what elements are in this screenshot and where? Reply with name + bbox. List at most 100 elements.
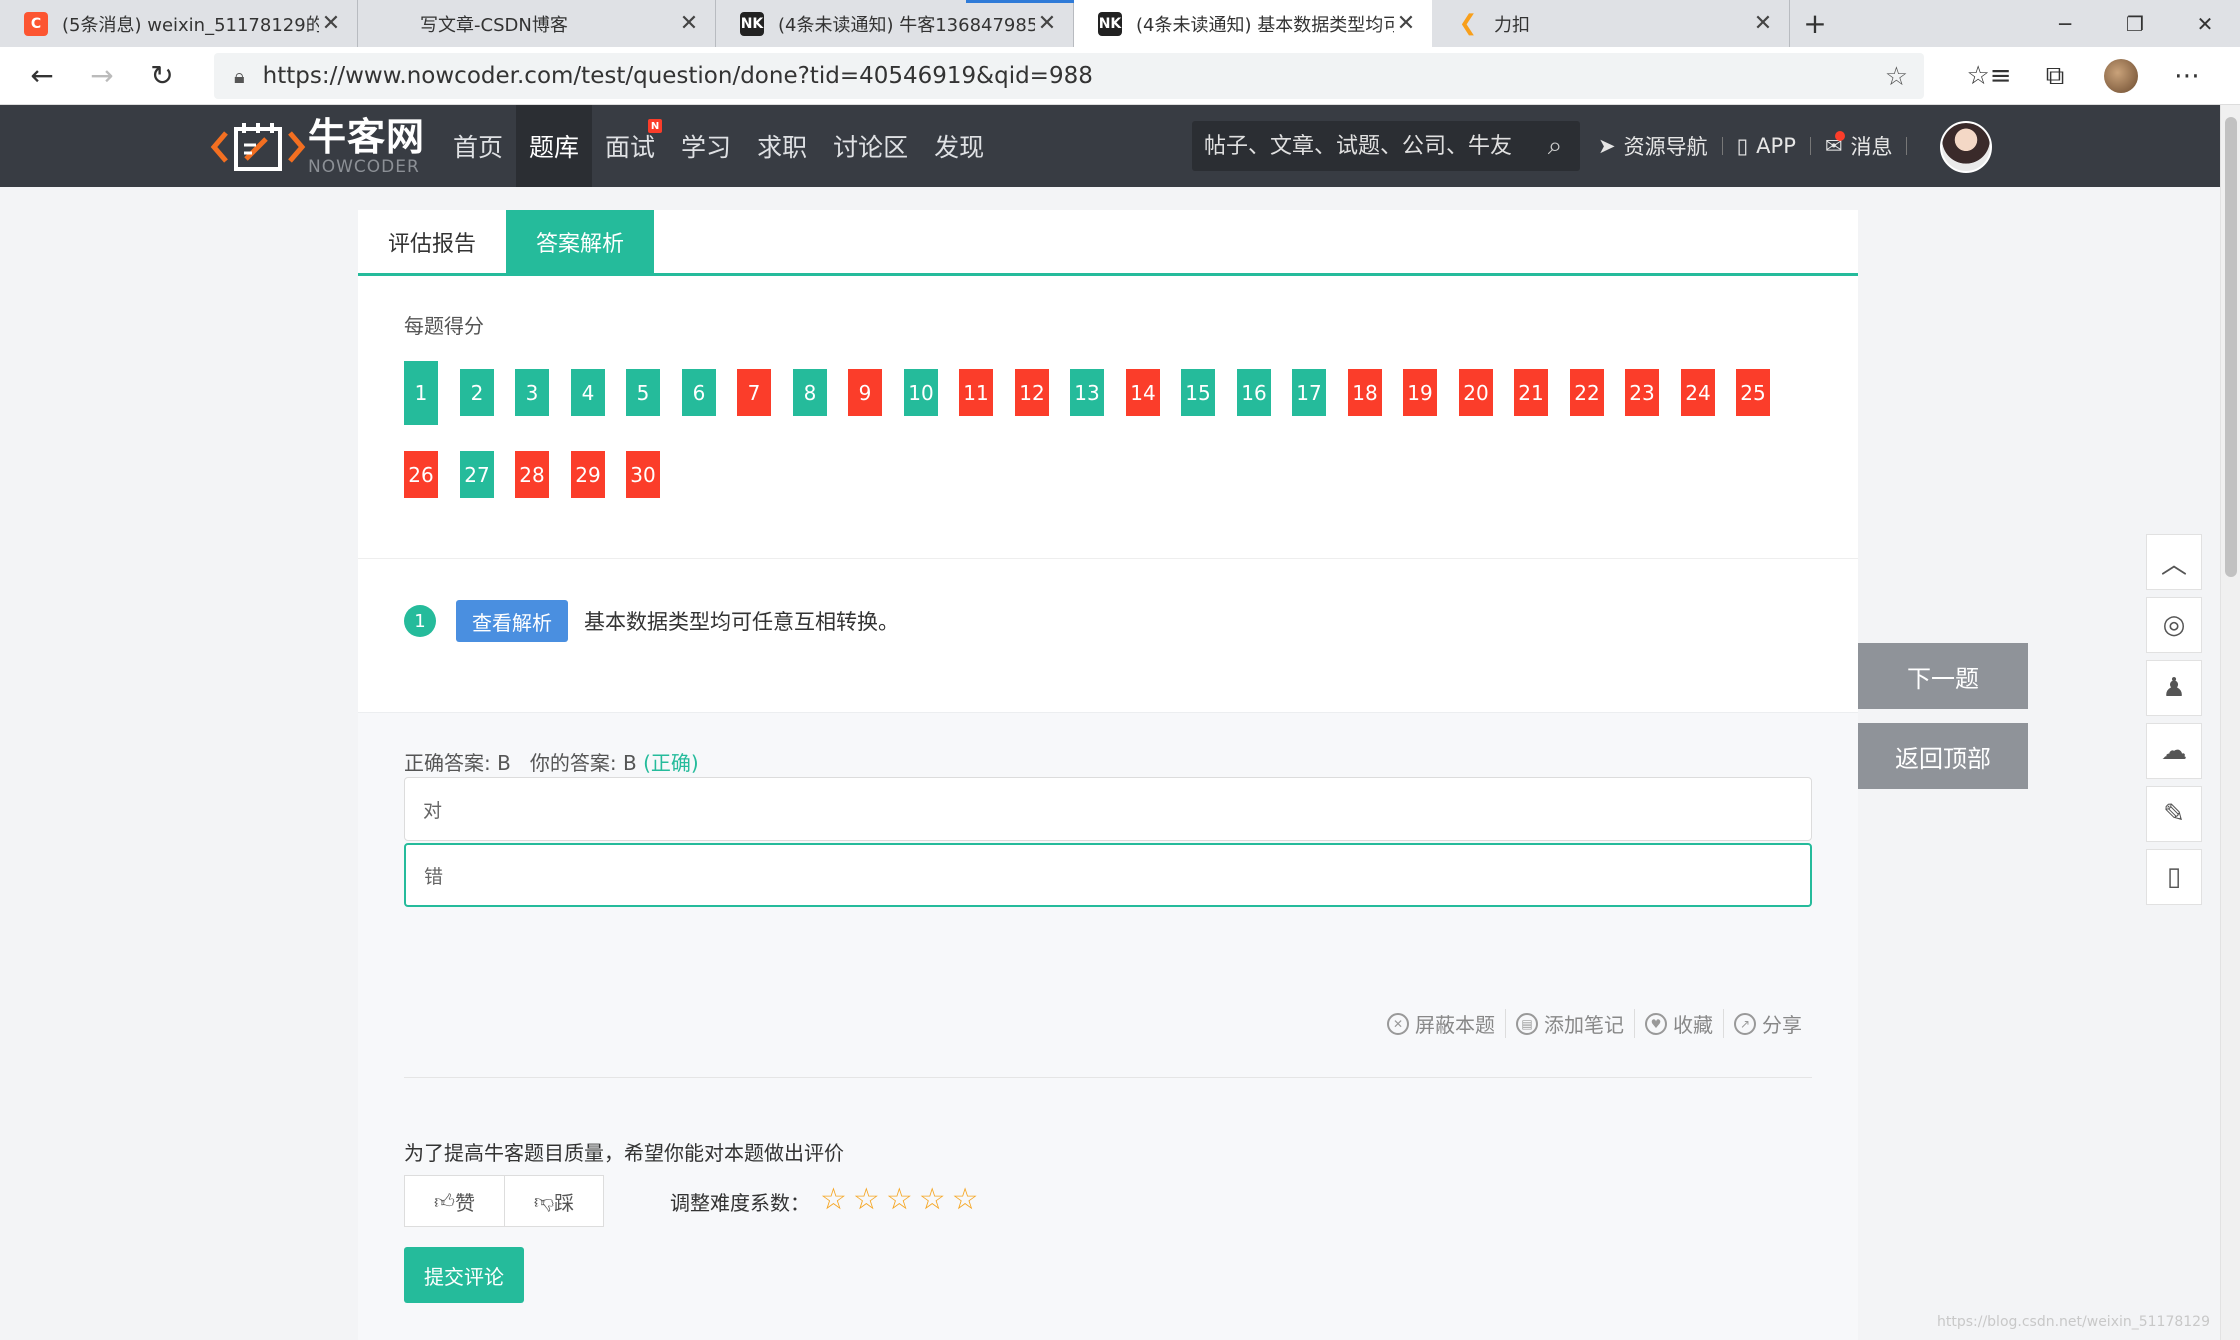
search-input[interactable] (1204, 133, 1530, 159)
question-box-12[interactable]: 12 (1015, 369, 1049, 416)
nav-jobs[interactable]: 求职 (744, 105, 820, 187)
page-scrollbar[interactable] (2220, 105, 2240, 1340)
nav-interview[interactable]: 面试 N (592, 105, 668, 187)
question-box-15[interactable]: 15 (1181, 369, 1215, 416)
submit-comment-button[interactable]: 提交评论 (404, 1247, 524, 1303)
weibo-icon[interactable]: ◎ (2146, 597, 2202, 653)
question-box-25[interactable]: 25 (1736, 369, 1770, 416)
messages-label: 消息 (1850, 135, 1893, 159)
close-icon[interactable]: ✕ (1751, 11, 1775, 36)
watermark: https://blog.csdn.net/weixin_51178129 (1936, 1314, 2210, 1330)
qq-icon[interactable]: ♟ (2146, 660, 2202, 716)
more-menu-icon[interactable]: ⋯ (2154, 61, 2220, 91)
favorite-button[interactable]: ♥ 收藏 (1634, 1009, 1723, 1038)
forward-button[interactable]: → (72, 47, 132, 105)
question-box-13[interactable]: 13 (1070, 369, 1104, 416)
back-button[interactable]: ← (12, 47, 72, 105)
tab-evaluation-report[interactable]: 评估报告 (358, 210, 506, 273)
url-field[interactable]: 🔒︎ https://www.nowcoder.com/test/questio… (214, 53, 1924, 99)
question-box-14[interactable]: 14 (1126, 369, 1160, 416)
browser-tab-2[interactable]: 写文章-CSDN博客 ✕ (358, 0, 716, 47)
question-box-3[interactable]: 3 (515, 369, 549, 416)
question-box-24[interactable]: 24 (1681, 369, 1715, 416)
close-window-icon[interactable]: ✕ (2170, 0, 2240, 47)
refresh-button[interactable]: ↻ (132, 47, 192, 105)
share-button[interactable]: ↗ 分享 (1723, 1009, 1812, 1038)
nav-learn[interactable]: 学习 (668, 105, 744, 187)
scroll-up-icon[interactable]: ︿ (2146, 534, 2202, 590)
divider (404, 1077, 1812, 1078)
question-box-9[interactable]: 9 (848, 369, 882, 416)
nav-question-bank[interactable]: 题库 (516, 105, 593, 187)
question-box-17[interactable]: 17 (1292, 369, 1326, 416)
app-link[interactable]: ▯ APP (1737, 134, 1796, 158)
difficulty-label: 调整难度系数： (670, 1191, 810, 1215)
question-box-26[interactable]: 26 (404, 451, 438, 498)
new-tab-button[interactable]: + (1790, 0, 1840, 47)
star-icon[interactable]: ☆ (886, 1181, 913, 1219)
question-box-18[interactable]: 18 (1348, 369, 1382, 416)
question-box-10[interactable]: 10 (904, 369, 938, 416)
tab-answer-analysis[interactable]: 答案解析 (506, 210, 655, 273)
star-icon[interactable]: ☆ (853, 1181, 880, 1219)
site-logo[interactable]: 牛客网 NOWCODER (208, 113, 438, 181)
like-button[interactable]: 👍︎ 赞 (405, 1176, 504, 1226)
option-a[interactable]: 对 (404, 777, 1812, 841)
question-box-8[interactable]: 8 (793, 369, 827, 416)
nav-home[interactable]: 首页 (440, 105, 516, 187)
wechat-icon[interactable]: ☁ (2146, 723, 2202, 779)
profile-avatar[interactable] (2104, 59, 2138, 93)
question-box-21[interactable]: 21 (1514, 369, 1548, 416)
question-box-6[interactable]: 6 (682, 369, 716, 416)
messages-link[interactable]: ✉ 消息 (1825, 131, 1893, 161)
close-icon[interactable]: ✕ (677, 11, 701, 36)
question-box-5[interactable]: 5 (626, 369, 660, 416)
question-box-22[interactable]: 22 (1570, 369, 1604, 416)
restore-icon[interactable]: ❐ (2100, 0, 2170, 47)
search-icon[interactable]: ⌕ (1530, 131, 1580, 162)
question-box-23[interactable]: 23 (1625, 369, 1659, 416)
next-question-button[interactable]: 下一题 (1858, 643, 2028, 709)
back-to-top-button[interactable]: 返回顶部 (1858, 723, 2028, 789)
close-icon[interactable]: ✕ (1394, 11, 1418, 36)
add-note-button[interactable]: ▤ 添加笔记 (1505, 1009, 1634, 1038)
browser-tab-3[interactable]: NK (4条未读通知) 牛客136847985号 ✕ (716, 0, 1086, 47)
star-icon[interactable]: ☆ (919, 1181, 946, 1219)
option-b[interactable]: 错 (404, 843, 1812, 907)
question-box-20[interactable]: 20 (1459, 369, 1493, 416)
question-box-4[interactable]: 4 (571, 369, 605, 416)
star-icon[interactable]: ☆ (952, 1181, 979, 1219)
question-box-16[interactable]: 16 (1237, 369, 1271, 416)
option-label: 错 (424, 865, 444, 888)
question-box-11[interactable]: 11 (959, 369, 993, 416)
mobile-icon[interactable]: ▯ (2146, 849, 2202, 905)
nav-discover[interactable]: 发现 (921, 105, 997, 187)
collections-icon[interactable]: ⧉ (2022, 61, 2088, 92)
user-avatar[interactable] (1940, 121, 1992, 173)
close-icon[interactable]: ✕ (319, 11, 343, 36)
question-box-27[interactable]: 27 (460, 451, 494, 498)
dislike-button[interactable]: 👎︎ 踩 (504, 1176, 603, 1226)
question-box-19[interactable]: 19 (1403, 369, 1437, 416)
browser-tab-1[interactable]: C (5条消息) weixin_51178129的博客 ✕ (0, 0, 358, 47)
browser-tab-5[interactable]: ❮ 力扣 ✕ (1432, 0, 1790, 47)
close-icon[interactable]: ✕ (1035, 11, 1059, 36)
star-icon[interactable]: ☆ (820, 1181, 847, 1219)
question-box-30[interactable]: 30 (626, 451, 660, 498)
nav-discuss[interactable]: 讨论区 (820, 105, 921, 187)
block-question-button[interactable]: ✕ 屏蔽本题 (1377, 1009, 1505, 1038)
minimize-icon[interactable]: ─ (2030, 0, 2100, 47)
question-box-2[interactable]: 2 (460, 369, 494, 416)
bookmark-star-icon[interactable]: ☆ (1885, 62, 1908, 92)
favorites-icon[interactable]: ☆≡ (1956, 61, 2022, 91)
new-badge: N (648, 119, 663, 133)
resources-link[interactable]: ➤ 资源导航 (1598, 131, 1708, 161)
view-analysis-button[interactable]: 查看解析 (456, 600, 568, 642)
question-box-28[interactable]: 28 (515, 451, 549, 498)
browser-tab-4[interactable]: NK (4条未读通知) 基本数据类型均可 ✕ (1074, 0, 1432, 47)
question-box-1[interactable]: 1 (404, 361, 438, 425)
question-box-29[interactable]: 29 (571, 451, 605, 498)
scrollbar-thumb[interactable] (2225, 117, 2237, 577)
edit-icon[interactable]: ✎ (2146, 786, 2202, 842)
question-box-7[interactable]: 7 (737, 369, 771, 416)
